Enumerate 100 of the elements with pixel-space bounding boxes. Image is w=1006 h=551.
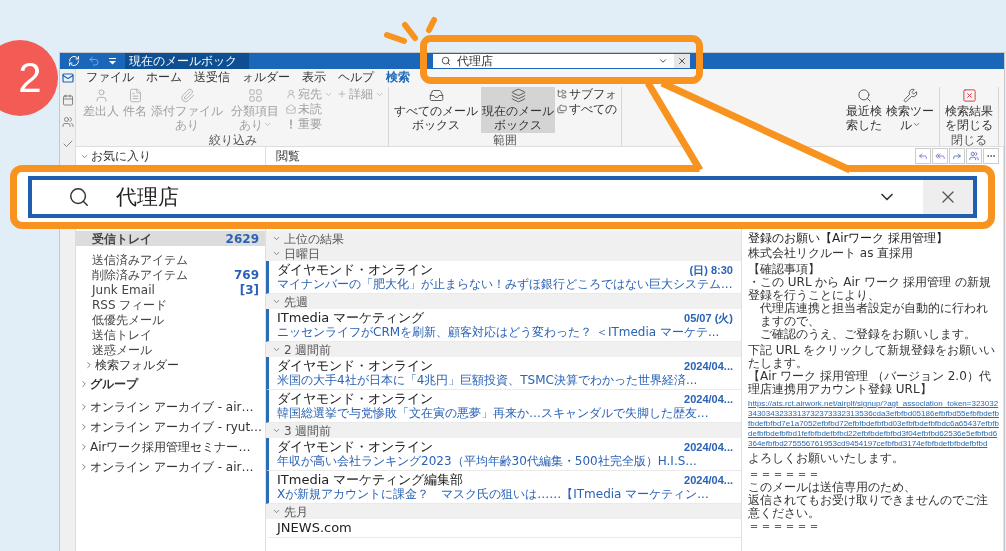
unread-count: 2629 — [225, 231, 259, 246]
chevron-right-icon[interactable] — [79, 422, 89, 432]
quick-access-menu-icon[interactable] — [108, 57, 117, 65]
folder-item[interactable]: RSS フィード — [76, 297, 265, 312]
message-sender: JNEWS.com — [277, 520, 352, 535]
message-preview: 韓国総選挙で与党惨敗「文在寅の悪夢」再来か…スキャンダルで失脚した歴友... — [277, 406, 710, 420]
ribbon-button[interactable]: すべてのメールボックス — [393, 87, 479, 133]
group-header[interactable]: 3 週間前 — [266, 423, 741, 438]
group-header[interactable]: 先月 — [266, 504, 741, 519]
folder-item[interactable]: 迷惑メール — [76, 342, 265, 357]
forward-icon — [952, 151, 962, 161]
folder-section-label[interactable]: オンライン アーカイブ - air… — [90, 460, 254, 474]
ribbon-tab[interactable]: 検索 — [386, 70, 410, 84]
body-text-line: 代理店連携と担当者設定が自動的に行われますので、 — [760, 302, 989, 328]
message-item[interactable]: ダイヤモンド・オンライン 2024/04... 年収が高い会社ランキング2023（平均年齢30代編集・500社完全版）H.I.S... — [266, 438, 741, 471]
sparkle-icon — [384, 17, 437, 44]
message-date: 2024/04... — [684, 440, 733, 454]
scope-dropdown[interactable]: 現在のメールボック — [125, 53, 249, 69]
ribbon-button[interactable]: サブフォ — [557, 87, 617, 101]
people-icon[interactable] — [61, 116, 74, 128]
group-label: 上位の結果 — [284, 231, 344, 246]
folder-name: 迷惑メール — [92, 342, 152, 357]
undo-icon[interactable] — [88, 55, 100, 67]
favorites-header[interactable]: お気に入り — [76, 149, 155, 163]
ribbon-tab[interactable]: ホーム — [146, 70, 182, 84]
group-header[interactable]: 先週 — [266, 294, 741, 309]
chevron-right-icon[interactable] — [79, 442, 89, 452]
folder-section-label[interactable]: 検索フォルダー — [95, 358, 179, 372]
person-icon — [93, 88, 109, 103]
folder-item[interactable]: 低優先メール — [76, 312, 265, 327]
document-icon — [127, 88, 143, 103]
folder-section-label[interactable]: オンライン アーカイブ - ryut… — [90, 420, 263, 434]
folder-section-label[interactable]: Airワーク採用管理セミナー… — [90, 440, 251, 454]
sync-icon[interactable] — [68, 55, 80, 67]
search-field[interactable]: 代理店 — [433, 54, 690, 68]
step-number-badge: 2 — [0, 40, 58, 116]
signup-link[interactable]: https://ats.rct.airwork.net/airplf/signup/?agt_association_token=3230323430343233313732373332313536cda3efbfbd05186efbfbd55efbfbdefbfbdefbfbd7e1a7052efbfbd72efbfbdefbfbd03efbfbdefbfbdc6a65437efbfbdefbfbdefbfbd1fefbfbdefbfbd22efbfbdefbfbd3f04efbfbd62536e5efbfbd6364efbfbd275556761953cd9454197cefbfbd3174efbfbdefbfbdefbfbd — [748, 399, 999, 449]
message-date: 05/07 (火) — [684, 311, 733, 325]
folder-name: 削除済みアイテム — [92, 267, 188, 282]
reply-all-button[interactable] — [932, 148, 948, 164]
caret-icon — [262, 120, 272, 129]
search-field[interactable]: 代理店 — [28, 176, 977, 218]
message-date: 2024/04... — [684, 473, 733, 487]
calendar-icon[interactable] — [61, 94, 74, 106]
search-icon — [68, 186, 90, 208]
ribbon-button[interactable]: すべての — [557, 102, 617, 116]
close-box-icon — [961, 88, 977, 103]
folder-item[interactable]: 送信トレイ — [76, 327, 265, 342]
close-icon — [677, 56, 687, 66]
body-text-line: 返信されてもお受け取りできませんのでご注意ください。 — [748, 494, 989, 520]
message-sender: ダイヤモンド・オンライン — [277, 391, 433, 406]
search-icon — [856, 88, 872, 103]
tools-icon — [902, 88, 918, 103]
person-icon — [286, 89, 296, 99]
teams-button[interactable] — [966, 148, 982, 164]
ribbon-tab[interactable]: 送受信 — [194, 70, 230, 84]
body-text-line: 株式会社リクルート as 直採用 — [748, 247, 915, 260]
chevron-right-icon[interactable] — [84, 360, 94, 370]
body-text-line: 下記 URL をクリックして新規登録をお願いいたします。 — [748, 344, 997, 370]
folder-name: RSS フィード — [92, 297, 168, 312]
folder-item[interactable]: 送信済みアイテム — [76, 252, 265, 267]
group-header[interactable]: 上位の結果 — [266, 231, 741, 246]
message-item[interactable]: JNEWS.com — [266, 519, 741, 538]
list-heading: 閲覧 — [275, 149, 300, 163]
group-header[interactable]: 日曜日 — [266, 246, 741, 261]
chevron-right-icon[interactable] — [79, 462, 89, 472]
chevron-right-icon[interactable] — [79, 402, 89, 412]
body-text-line: ・この URL から Air ワーク 採用管理 の新規登録を行うことにより、 — [748, 276, 993, 302]
folder-item[interactable]: 受信トレイ 2629 — [76, 231, 265, 246]
inbox-icon — [428, 88, 444, 103]
folder-section-label[interactable]: グループ — [90, 377, 138, 391]
message-item[interactable]: ダイヤモンド・オンライン 2024/04... 米国の大手4社が日本に「4兆円」巨額投資、TSMC決算でわかった世界経済... — [266, 357, 741, 390]
chevron-right-icon[interactable] — [79, 379, 89, 389]
reply-all-icon — [935, 151, 945, 161]
body-text-line: よろしくお願いいたします。 — [748, 452, 905, 465]
paperclip-icon — [179, 88, 195, 103]
folder-item[interactable]: 削除済みアイテム 769 — [76, 267, 265, 282]
ribbon-tab[interactable]: ォルダー — [242, 70, 290, 84]
mail-icon[interactable] — [61, 72, 74, 84]
checkmark-icon[interactable] — [61, 138, 74, 150]
folder-item[interactable]: Junk Email [3] — [76, 282, 265, 297]
folder-name: 低優先メール — [92, 312, 164, 327]
group-header[interactable]: 2 週間前 — [266, 342, 741, 357]
ribbon-tab[interactable]: ヘルプ — [338, 70, 374, 84]
clear-search-button[interactable] — [674, 54, 690, 68]
ribbon-button[interactable]: 検索ツール — [885, 87, 935, 133]
more-button[interactable] — [983, 148, 999, 164]
unread-count: 769 — [233, 267, 259, 282]
ribbon-button[interactable]: 最近検索した — [845, 87, 883, 133]
ribbon-button[interactable]: 検索結果を閉じる — [944, 87, 994, 133]
reply-button[interactable] — [915, 148, 931, 164]
forward-button[interactable] — [949, 148, 965, 164]
envelope-icon — [286, 104, 296, 114]
folder-section-label[interactable]: オンライン アーカイブ - air… — [90, 400, 254, 414]
ribbon-button[interactable]: 現在のメールボックス — [481, 87, 555, 133]
body-text-line: このメールは送信専用のため、 — [748, 481, 917, 494]
ribbon-tab[interactable]: ファイル — [86, 70, 134, 84]
plus-icon — [337, 89, 347, 99]
ribbon-tab[interactable]: 表示 — [302, 70, 326, 84]
message-sender: ダイヤモンド・オンライン — [277, 358, 433, 373]
